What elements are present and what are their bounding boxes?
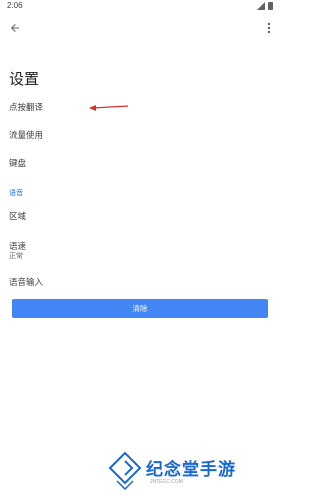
annotation-arrow: [89, 105, 129, 111]
page-title: 设置: [9, 71, 40, 88]
setting-label: 语音输入: [9, 277, 44, 287]
clear-button-label: 清除: [132, 304, 148, 313]
clear-button[interactable]: 清除: [12, 299, 268, 318]
watermark-text: 纪念堂手游: [146, 460, 236, 480]
watermark-logo-icon: [108, 451, 142, 491]
setting-data-usage[interactable]: 流量使用: [0, 124, 281, 146]
more-vert-icon: [267, 22, 271, 34]
status-icons: [257, 2, 273, 10]
signal-icon: [257, 2, 265, 10]
status-time: 2:06: [7, 1, 23, 10]
setting-value: 正常: [9, 253, 23, 260]
setting-tap-to-translate[interactable]: 点按翻译: [0, 96, 281, 118]
section-header-voice: 语音: [9, 190, 23, 197]
back-button[interactable]: [5, 18, 25, 38]
setting-label: 点按翻译: [9, 102, 44, 112]
setting-keyboard[interactable]: 键盘: [0, 152, 281, 174]
more-options-button[interactable]: [261, 18, 277, 38]
status-bar: 2:06: [0, 0, 281, 14]
setting-region[interactable]: 区域: [0, 205, 281, 227]
setting-label: 流量使用: [9, 130, 44, 140]
arrow-back-icon: [11, 24, 19, 32]
battery-icon: [268, 2, 273, 10]
setting-label: 区域: [9, 211, 27, 221]
setting-speech-rate[interactable]: 语速 正常: [0, 236, 281, 262]
watermark-subtext: JNTECC.COM: [150, 479, 183, 485]
setting-label: 键盘: [9, 158, 27, 168]
toolbar: [0, 14, 281, 42]
setting-voice-input[interactable]: 语音输入: [0, 272, 281, 294]
